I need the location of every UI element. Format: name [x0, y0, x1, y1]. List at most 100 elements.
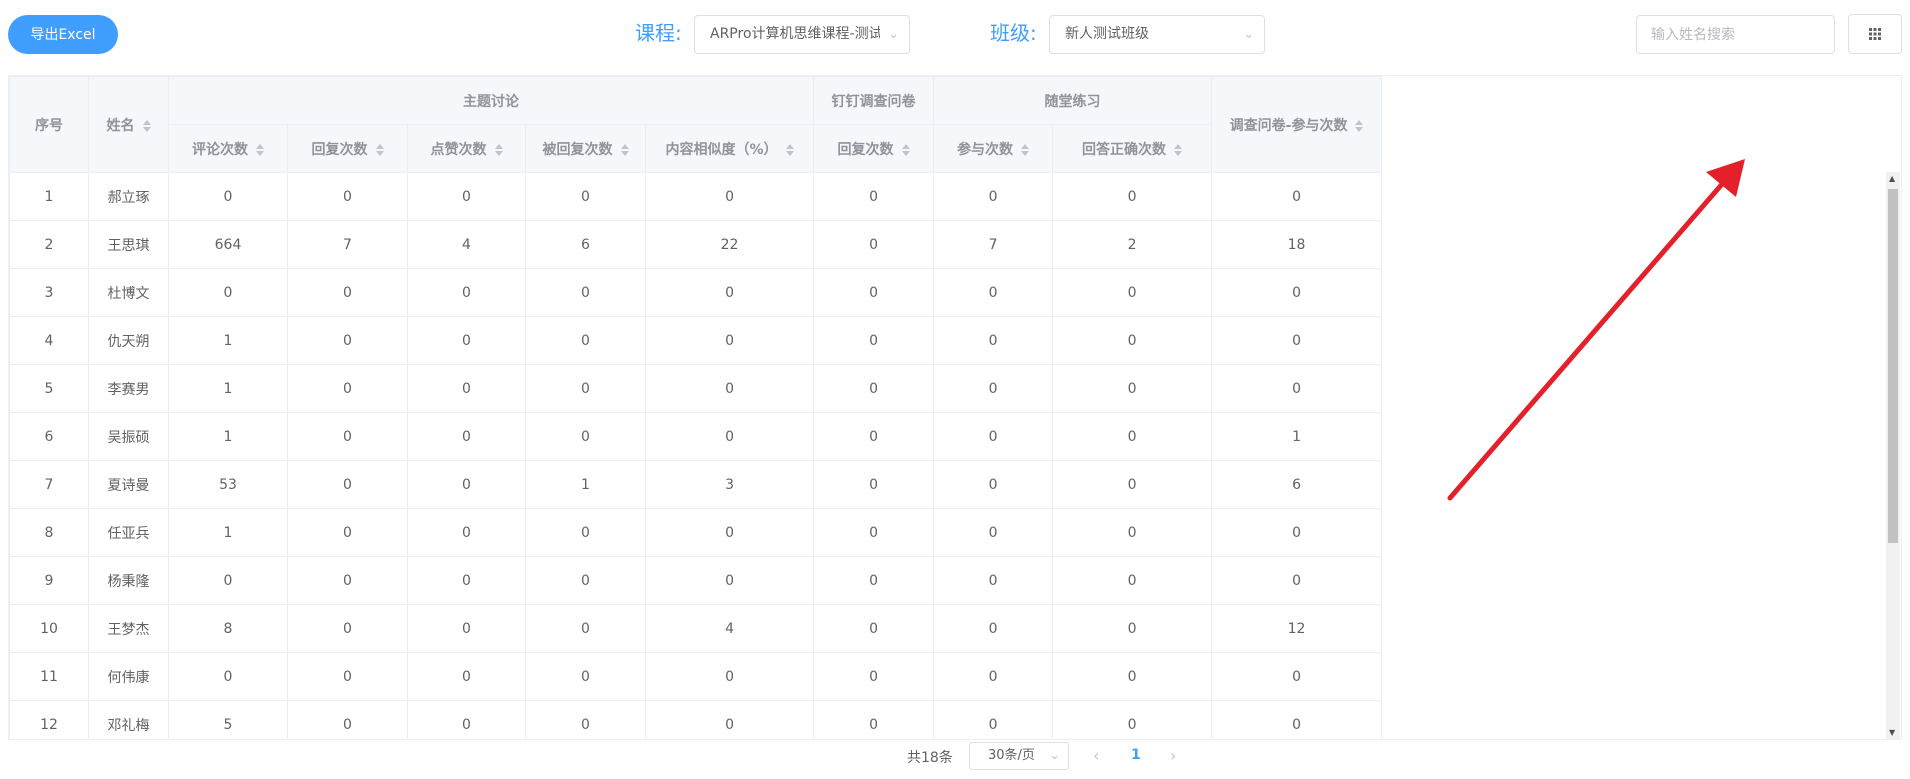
header-dt-reply-count[interactable]: 回复次数	[813, 124, 935, 173]
cell-reply-count: 0	[287, 700, 408, 739]
cell-reply-count: 0	[287, 172, 408, 221]
next-page-icon[interactable]: ›	[1170, 746, 1176, 765]
cell-similarity: 3	[644, 460, 815, 509]
cell-similarity: 22	[644, 220, 815, 269]
header-comment-count[interactable]: 评论次数	[168, 124, 288, 173]
table-row: 10 王梦杰 8 0 0 0 4 0 0 0 12	[9, 604, 1383, 653]
cell-comment-count: 0	[168, 268, 288, 317]
sort-icon[interactable]	[142, 119, 151, 133]
course-select[interactable]: ARPro计算机思维课程-测试 ⌄	[694, 15, 910, 54]
cell-comment-count: 0	[168, 556, 288, 605]
sort-icon[interactable]	[901, 143, 910, 157]
cell-replied-count: 0	[525, 604, 646, 653]
header-name[interactable]: 姓名	[88, 76, 169, 173]
cell-name: 郝立琢	[88, 172, 169, 221]
page-size-select[interactable]: 30条/页 ⌄	[969, 742, 1069, 770]
cell-survey: 1	[1211, 412, 1383, 461]
chevron-down-icon: ⌄	[1049, 748, 1060, 763]
cell-replied-count: 1	[525, 460, 646, 509]
header-survey[interactable]: 调查问卷-参与次数	[1211, 76, 1383, 173]
cell-dt-reply-count: 0	[813, 652, 935, 701]
cell-join-count: 0	[933, 460, 1054, 509]
cell-like-count: 0	[407, 700, 526, 739]
cell-like-count: 0	[407, 316, 526, 365]
cell-name: 王思琪	[88, 220, 169, 269]
pagination-total: 共18条	[907, 750, 953, 766]
table-row: 12 邓礼梅 5 0 0 0 0 0 0 0 0	[9, 700, 1383, 739]
name-search-input[interactable]	[1636, 15, 1835, 54]
cell-join-count: 0	[933, 508, 1054, 557]
cell-dt-reply-count: 0	[813, 364, 935, 413]
export-excel-button[interactable]: 导出Excel	[8, 15, 118, 54]
vertical-scrollbar[interactable]: ▲ ▼	[1886, 172, 1900, 740]
cell-correct-count: 0	[1052, 268, 1213, 317]
header-join-count[interactable]: 参与次数	[933, 124, 1054, 173]
sort-icon[interactable]	[256, 143, 264, 157]
sort-icon[interactable]	[1355, 119, 1364, 133]
cell-reply-count: 0	[287, 364, 408, 413]
cell-dt-reply-count: 0	[813, 556, 935, 605]
cell-replied-count: 0	[525, 268, 646, 317]
course-select-value: ARPro计算机思维课程-测试	[710, 26, 880, 42]
cell-correct-count: 0	[1052, 364, 1213, 413]
cell-similarity: 0	[644, 172, 815, 221]
table-row: 11 何伟康 0 0 0 0 0 0 0 0 0	[9, 652, 1383, 701]
cell-name: 何伟康	[88, 652, 169, 701]
chevron-down-icon: ⌄	[1243, 27, 1254, 42]
scroll-up-icon[interactable]: ▲	[1889, 175, 1895, 183]
cell-correct-count: 0	[1052, 652, 1213, 701]
cell-survey: 0	[1211, 508, 1383, 557]
cell-join-count: 0	[933, 316, 1054, 365]
table-row: 3 杜博文 0 0 0 0 0 0 0 0 0	[9, 268, 1383, 317]
cell-similarity: 0	[644, 364, 815, 413]
header-replied-count[interactable]: 被回复次数	[525, 124, 646, 173]
class-select[interactable]: 新人测试班级 ⌄	[1049, 15, 1265, 54]
cell-survey: 0	[1211, 652, 1383, 701]
cell-survey: 0	[1211, 268, 1383, 317]
cell-like-count: 0	[407, 460, 526, 509]
cell-join-count: 0	[933, 700, 1054, 739]
sort-icon[interactable]	[375, 143, 384, 157]
table-row: 2 王思琪 664 7 4 6 22 0 7 2 18	[9, 220, 1383, 269]
sort-icon[interactable]	[494, 143, 503, 157]
page-number-current[interactable]: 1	[1131, 747, 1141, 763]
cell-dt-reply-count: 0	[813, 508, 935, 557]
header-reply-count[interactable]: 回复次数	[287, 124, 408, 173]
header-correct-count[interactable]: 回答正确次数	[1052, 124, 1213, 173]
cell-dt-reply-count: 0	[813, 700, 935, 739]
class-label: 班级:	[990, 21, 1037, 45]
column-settings-button[interactable]	[1848, 14, 1902, 54]
cell-similarity: 0	[644, 268, 815, 317]
table-row: 4 仇天朔 1 0 0 0 0 0 0 0 0	[9, 316, 1383, 365]
prev-page-icon[interactable]: ‹	[1093, 746, 1099, 765]
page-size-value: 30条/页	[988, 748, 1035, 763]
header-like-count[interactable]: 点赞次数	[407, 124, 526, 173]
cell-correct-count: 0	[1052, 316, 1213, 365]
cell-reply-count: 0	[287, 604, 408, 653]
cell-name: 李赛男	[88, 364, 169, 413]
sort-icon[interactable]	[1174, 143, 1183, 157]
cell-dt-reply-count: 0	[813, 604, 935, 653]
cell-comment-count: 1	[168, 412, 288, 461]
cell-like-count: 0	[407, 412, 526, 461]
cell-reply-count: 0	[287, 412, 408, 461]
sort-icon[interactable]	[785, 143, 794, 157]
cell-reply-count: 0	[287, 460, 408, 509]
cell-like-count: 0	[407, 172, 526, 221]
sort-icon[interactable]	[1021, 143, 1030, 157]
header-similarity[interactable]: 内容相似度（%）	[644, 124, 815, 173]
cell-like-count: 0	[407, 652, 526, 701]
cell-join-count: 0	[933, 652, 1054, 701]
cell-name: 任亚兵	[88, 508, 169, 557]
scrollbar-thumb[interactable]	[1888, 189, 1898, 543]
cell-similarity: 0	[644, 412, 815, 461]
cell-comment-count: 8	[168, 604, 288, 653]
cell-index: 11	[9, 652, 89, 701]
sort-icon[interactable]	[620, 143, 629, 157]
cell-similarity: 0	[644, 556, 815, 605]
cell-comment-count: 664	[168, 220, 288, 269]
scroll-down-icon[interactable]: ▼	[1889, 729, 1895, 737]
cell-survey: 0	[1211, 316, 1383, 365]
cell-join-count: 0	[933, 604, 1054, 653]
cell-index: 10	[9, 604, 89, 653]
